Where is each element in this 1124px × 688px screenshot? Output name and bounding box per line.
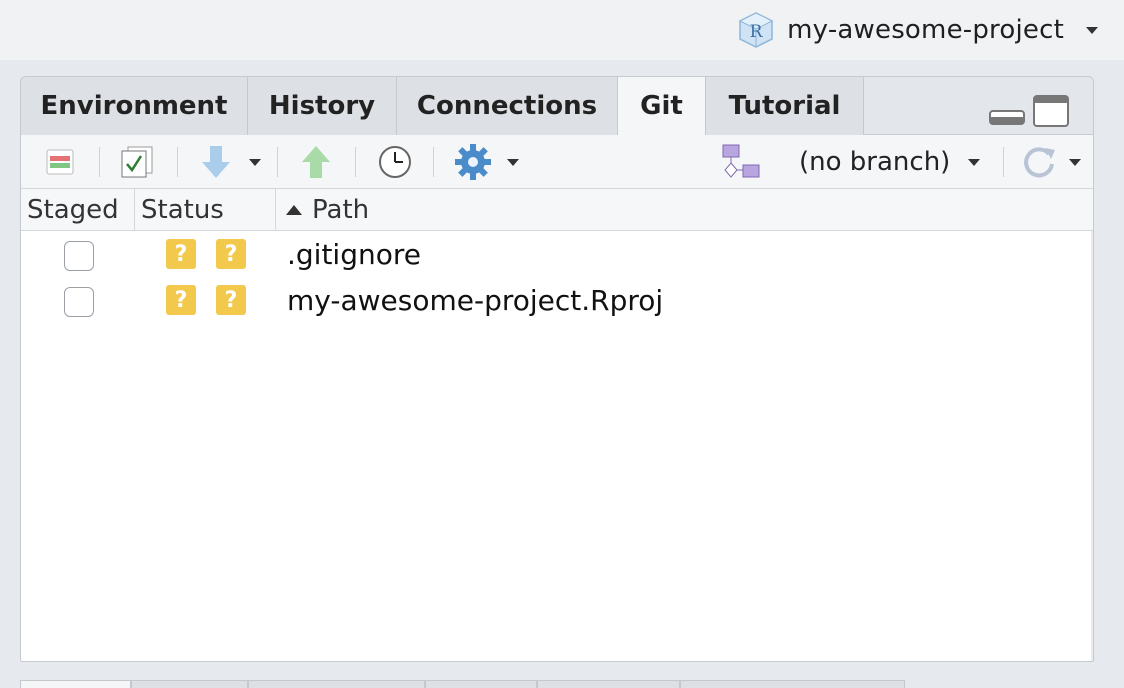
status-index-badge: ? [166, 239, 196, 269]
column-status[interactable]: Status [135, 189, 276, 231]
r-project-cube-icon: R [739, 12, 774, 48]
lower-pane-tabs [20, 680, 1094, 688]
chevron-down-icon [249, 158, 261, 166]
commit-icon [121, 146, 153, 178]
chevron-down-icon [1086, 26, 1098, 34]
branch-label: (no branch) [799, 147, 951, 177]
gear-icon [455, 144, 491, 180]
column-path-label: Path [312, 195, 370, 225]
lower-tab[interactable] [131, 680, 248, 688]
tab-history[interactable]: History [248, 77, 397, 135]
file-path[interactable]: .gitignore [287, 235, 421, 273]
project-name: my-awesome-project [787, 15, 1064, 45]
pull-button[interactable] [199, 143, 261, 181]
file-row[interactable]: ? ? .gitignore [21, 231, 1093, 277]
branch-selector[interactable]: (no branch) [799, 143, 981, 181]
refresh-icon [1024, 147, 1055, 178]
staged-checkbox[interactable] [64, 241, 94, 271]
project-menu[interactable]: R my-awesome-project [737, 10, 1098, 50]
tab-tutorial[interactable]: Tutorial [706, 77, 864, 135]
new-branch-icon [722, 144, 760, 178]
tab-connections[interactable]: Connections [397, 77, 618, 135]
lower-tab[interactable] [20, 680, 131, 688]
status-worktree-badge: ? [216, 239, 246, 269]
git-pane: Environment History Connections Git Tuto… [20, 76, 1094, 662]
commit-button[interactable] [119, 143, 155, 181]
diff-icon [46, 149, 74, 175]
maximize-pane-icon[interactable] [1033, 95, 1069, 127]
diff-button[interactable] [45, 143, 75, 181]
new-branch-button[interactable] [721, 143, 761, 181]
top-bar: R my-awesome-project [0, 0, 1124, 60]
sort-ascending-icon [286, 205, 302, 215]
lower-tab[interactable] [425, 680, 537, 688]
history-icon [379, 146, 411, 178]
more-actions-button[interactable] [453, 143, 519, 181]
chevron-down-icon [968, 158, 981, 166]
tab-bar: Environment History Connections Git Tuto… [21, 77, 1093, 136]
column-path[interactable]: Path [276, 189, 1093, 231]
push-button[interactable] [299, 143, 333, 181]
lower-tab[interactable] [248, 680, 425, 688]
minimize-pane-icon[interactable] [989, 107, 1025, 125]
status-index-badge: ? [166, 285, 196, 315]
git-toolbar: (no branch) [21, 135, 1093, 189]
status-worktree-badge: ? [216, 285, 246, 315]
scrollbar[interactable] [1091, 231, 1093, 661]
history-button[interactable] [377, 143, 413, 181]
file-row[interactable]: ? ? my-awesome-project.Rproj [21, 277, 1093, 323]
file-path[interactable]: my-awesome-project.Rproj [287, 281, 663, 319]
staged-checkbox[interactable] [64, 287, 94, 317]
chevron-down-icon [1069, 158, 1081, 166]
column-staged[interactable]: Staged [21, 189, 135, 231]
chevron-down-icon [507, 158, 519, 166]
pull-icon [202, 146, 230, 178]
lower-tab[interactable] [680, 680, 905, 688]
svg-text:R: R [750, 22, 764, 42]
tab-environment[interactable]: Environment [21, 77, 248, 135]
lower-tab[interactable] [537, 680, 680, 688]
refresh-button[interactable] [1019, 143, 1081, 181]
push-icon [302, 146, 330, 178]
file-list-header: Staged Status Path [21, 189, 1093, 231]
tab-git[interactable]: Git [618, 77, 706, 136]
